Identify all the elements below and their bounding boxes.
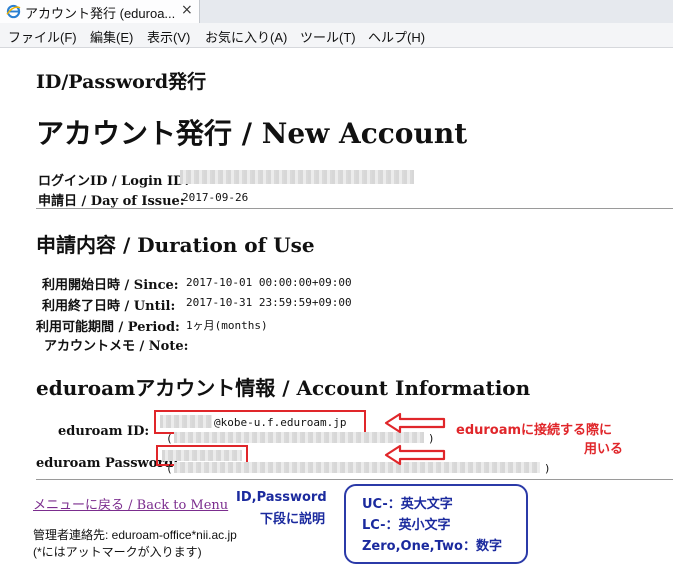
contact-line2: (*にはアットマークが入ります) <box>33 545 202 559</box>
idpass-note-line2: 下段に説明 <box>260 512 326 527</box>
since-value: 2017-10-01 00:00:00+09:00 <box>186 276 352 289</box>
menu-file[interactable]: ファイル(F) <box>8 27 77 46</box>
until-value: 2017-10-31 23:59:59+09:00 <box>186 296 352 309</box>
menu-edit[interactable]: 編集(E) <box>90 27 133 46</box>
login-id-label: ログインID / Login ID: <box>38 174 190 189</box>
connect-note-line1: eduroamに接続する際に <box>456 423 613 438</box>
eduroam-id-value: @kobe-u.f.eduroam.jp <box>214 416 347 429</box>
eduroam-id-label: eduroam ID: <box>58 424 150 439</box>
menu-view[interactable]: 表示(V) <box>147 27 190 46</box>
eduroam-id-redacted <box>160 415 212 428</box>
legend-lc: LC-：英小文字 <box>362 518 451 533</box>
close-tab-icon[interactable]: × <box>181 2 193 18</box>
menu-help[interactable]: ヘルプ(H) <box>368 27 425 46</box>
contact-line1: 管理者連絡先: eduroam-office*nii.ac.jp <box>33 528 237 542</box>
legend-digits: Zero,One,Two：数字 <box>362 539 502 554</box>
eduroam-password-paren-close: ) <box>544 462 551 475</box>
eduroam-password-redacted <box>162 450 242 461</box>
eduroam-password-paren-open: ( <box>166 462 173 475</box>
idpass-note-line1: ID,Password <box>236 490 327 505</box>
issue-date-label: 申請日 / Day of Issue: <box>38 194 185 209</box>
divider <box>36 208 673 209</box>
legend-uc: UC-：英大文字 <box>362 497 453 512</box>
note-label: アカウントメモ / Note: <box>44 339 189 354</box>
issue-date-value: 2017-09-26 <box>182 191 249 204</box>
red-arrow-icon <box>384 412 446 434</box>
menu-tools[interactable]: ツール(T) <box>300 27 356 46</box>
browser-tab[interactable]: アカウント発行 (eduroa... × <box>0 0 200 23</box>
duration-heading: 申請内容 / Duration of Use <box>36 233 315 257</box>
red-arrow-icon <box>384 444 446 466</box>
ie-browser-icon <box>6 4 21 19</box>
eduroam-id-paren-open: ( <box>166 432 173 445</box>
since-label: 利用開始日時 / Since: <box>42 278 179 293</box>
period-label: 利用可能期間 / Period: <box>36 320 180 335</box>
account-heading: eduroamアカウント情報 / Account Information <box>36 376 531 400</box>
menu-favorites[interactable]: お気に入り(A) <box>205 27 287 46</box>
back-to-menu-link[interactable]: メニューに戻る / Back to Menu <box>33 494 228 513</box>
tab-title: アカウント発行 (eduroa... <box>25 6 176 21</box>
connect-note-line2: 用いる <box>584 442 624 457</box>
login-id-value-redacted <box>180 170 414 184</box>
page-title: アカウント発行 / New Account <box>36 117 468 150</box>
period-value: 1ヶ月(months) <box>186 319 268 332</box>
divider <box>36 479 673 480</box>
page-subtitle: ID/Password発行 <box>36 71 207 93</box>
eduroam-password-extra-redacted <box>174 462 540 473</box>
until-label: 利用終了日時 / Until: <box>42 299 176 314</box>
